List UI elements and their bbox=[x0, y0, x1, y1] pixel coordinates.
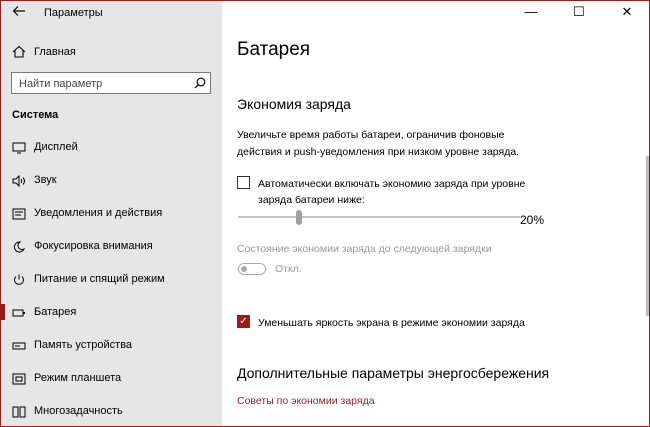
saver-toggle[interactable] bbox=[238, 263, 266, 275]
threshold-slider-track[interactable] bbox=[238, 216, 520, 218]
search-icon[interactable] bbox=[194, 76, 206, 89]
toggle-knob bbox=[241, 266, 247, 272]
active-indicator bbox=[1, 304, 5, 320]
toggle-state-label: Откл. bbox=[275, 263, 302, 275]
sidebar-item-power[interactable]: Питание и спящий режим bbox=[1, 264, 222, 294]
window-title: Параметры bbox=[44, 7, 103, 19]
speaker-icon bbox=[12, 174, 26, 188]
display-icon bbox=[12, 141, 26, 154]
tablet-icon bbox=[12, 372, 26, 385]
minimize-button[interactable]: — bbox=[509, 1, 553, 25]
sidebar-item-display[interactable]: Дисплей bbox=[1, 132, 222, 162]
main-content: — ☐ ✕ Батарея Экономия заряда Увеличьте … bbox=[222, 1, 649, 426]
sidebar-item-battery[interactable]: Батарея bbox=[1, 297, 222, 327]
sidebar-item-label: Питание и спящий режим bbox=[34, 273, 165, 285]
brightness-label: Уменьшать яркость экрана в режиме эконом… bbox=[258, 317, 525, 329]
notifications-icon bbox=[12, 207, 26, 220]
settings-window: Параметры Главная Найти параметр Система… bbox=[0, 0, 650, 427]
page-title: Батарея bbox=[237, 39, 311, 60]
auto-saver-label: Автоматически включать экономию заряда п… bbox=[258, 178, 526, 206]
search-placeholder: Найти параметр bbox=[19, 78, 103, 90]
sidebar-item-label: Память устройства bbox=[34, 339, 133, 351]
multitasking-icon bbox=[12, 405, 26, 418]
section-title: Система bbox=[12, 109, 59, 121]
close-button[interactable]: ✕ bbox=[605, 1, 649, 25]
sidebar-item-home[interactable]: Главная bbox=[1, 39, 222, 65]
maximize-button[interactable]: ☐ bbox=[557, 1, 601, 25]
title-bar: Параметры bbox=[1, 1, 222, 25]
saver-description: Увеличьте время работы батареи, ограничи… bbox=[237, 129, 520, 158]
search-input[interactable]: Найти параметр bbox=[11, 72, 211, 94]
more-settings-heading: Дополнительные параметры энергосбережени… bbox=[237, 365, 550, 381]
saver-heading: Экономия заряда bbox=[237, 96, 351, 112]
scrollbar[interactable] bbox=[646, 156, 649, 316]
threshold-slider-thumb[interactable] bbox=[296, 210, 302, 225]
sidebar-item-label: Многозадачность bbox=[34, 405, 123, 417]
status-label: Состояние экономии заряда до следующей з… bbox=[237, 243, 492, 255]
sidebar-item-multitasking[interactable]: Многозадачность bbox=[1, 396, 222, 426]
sidebar-item-focus[interactable]: Фокусировка внимания bbox=[1, 231, 222, 261]
home-icon bbox=[12, 45, 26, 61]
power-icon bbox=[12, 273, 26, 285]
sidebar-item-label: Батарея bbox=[34, 306, 77, 318]
tips-link[interactable]: Советы по экономии заряда bbox=[237, 395, 375, 407]
sidebar-item-tablet[interactable]: Режим планшета bbox=[1, 363, 222, 393]
moon-icon bbox=[12, 240, 26, 253]
threshold-value: 20% bbox=[520, 213, 545, 227]
sidebar-item-label: Уведомления и действия bbox=[34, 207, 163, 219]
battery-icon bbox=[12, 306, 26, 318]
sidebar-item-label: Режим планшета bbox=[34, 372, 122, 384]
sidebar: Параметры Главная Найти параметр Система… bbox=[1, 1, 222, 426]
sidebar-item-label: Главная bbox=[34, 46, 76, 58]
sidebar-item-label: Дисплей bbox=[34, 141, 78, 153]
back-arrow-icon[interactable] bbox=[9, 3, 29, 23]
sidebar-item-label: Звук bbox=[34, 174, 57, 186]
sidebar-item-storage[interactable]: Память устройства bbox=[1, 330, 222, 360]
sidebar-item-sound[interactable]: Звук bbox=[1, 165, 222, 195]
brightness-checkbox[interactable]: ✓ bbox=[237, 315, 250, 328]
sidebar-item-notifications[interactable]: Уведомления и действия bbox=[1, 198, 222, 228]
auto-saver-checkbox[interactable] bbox=[237, 176, 250, 189]
storage-icon bbox=[12, 339, 26, 351]
sidebar-item-label: Фокусировка внимания bbox=[34, 240, 153, 252]
